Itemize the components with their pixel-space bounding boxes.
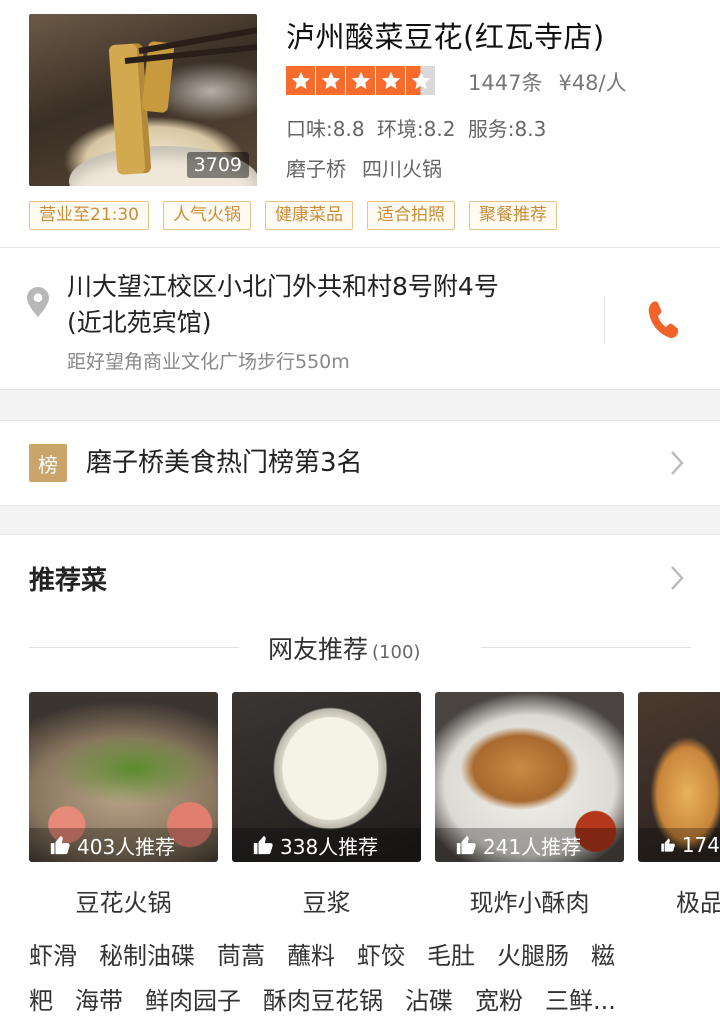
net-title-line-left [29, 647, 239, 648]
thumbs-up-icon [50, 835, 70, 855]
recommend-count-badge: 403人推荐 [29, 828, 218, 862]
area-line: 磨子桥 四川火锅 [286, 153, 442, 182]
net-recommend-label: 网友推荐 [268, 635, 369, 664]
environment-score: 环境:8.2 [376, 117, 456, 141]
thumbs-up-icon [661, 838, 675, 852]
vertical-divider [604, 296, 605, 344]
area-name: 磨子桥 [286, 157, 346, 181]
divider [0, 247, 720, 248]
dish-tag[interactable]: 沾碟 [405, 987, 453, 1015]
shop-cover-photo[interactable]: 3709 [29, 14, 257, 186]
dish-tag[interactable]: 毛肚 [427, 942, 475, 970]
dish-tag[interactable]: 火腿肠 [497, 942, 569, 970]
address-line-1[interactable]: 川大望江校区小北门外共和村8号附4号 [67, 267, 499, 303]
section-gap [0, 506, 720, 534]
taste-score: 口味:8.8 [286, 117, 365, 141]
star-icon [316, 66, 345, 95]
address-line-2[interactable]: (近北苑宾馆) [67, 303, 212, 339]
service-score: 服务:8.3 [467, 117, 547, 141]
star-icon [376, 66, 405, 95]
dish-card-photo[interactable]: 241人推荐 [435, 692, 624, 862]
more-dishes-line-2: 粑海带 鲜肉园子 酥肉豆花锅 沾碟 宽粉 三鲜... [29, 981, 638, 1016]
recommend-title: 推荐菜 [29, 566, 108, 596]
dish-tag[interactable]: 宽粉 [475, 987, 523, 1015]
recommend-header[interactable]: 推荐菜 [0, 535, 720, 625]
dish-tag[interactable]: 粑 [29, 987, 53, 1015]
score-line: 口味:8.8 环境:8.2 服务:8.3 [286, 113, 546, 142]
dish-name[interactable]: 豆浆 [232, 883, 421, 918]
star-icon [346, 66, 375, 95]
dish-tag[interactable]: 鲜肉园子 [145, 987, 241, 1015]
tag-popular-hotpot: 人气火锅 [163, 201, 251, 230]
tag-list: 营业至21:30 人气火锅 健康菜品 适合拍照 聚餐推荐 [29, 201, 557, 230]
more-dishes-line-1: 虾滑 秘制油碟 茼蒿 蘸料 虾饺 毛肚 火腿肠糍 [29, 936, 637, 971]
recommend-count-text: 174 [681, 833, 720, 857]
tag-hours: 营业至21:30 [29, 201, 149, 230]
category-name: 四川火锅 [362, 157, 442, 181]
dish-tag[interactable]: 秘制油碟 [99, 942, 195, 970]
photo-count: 3709 [186, 152, 249, 178]
net-recommend-count: (100) [372, 642, 421, 663]
net-title-line-right [481, 647, 691, 648]
tag-healthy: 健康菜品 [265, 201, 353, 230]
dish-card-photo[interactable]: 403人推荐 [29, 692, 218, 862]
walking-distance: 距好望角商业文化广场步行550m [67, 351, 350, 373]
review-count[interactable]: 1447条 [468, 71, 542, 95]
star-rating [286, 66, 435, 96]
dish-tag[interactable]: 酥肉豆花锅 [263, 987, 383, 1015]
recommend-count-text: 403人推荐 [77, 834, 176, 859]
dish-tag[interactable]: 蘸料 [287, 942, 335, 970]
dish-name[interactable]: 豆花火锅 [29, 883, 218, 918]
tag-photo-friendly: 适合拍照 [367, 201, 455, 230]
thumbs-up-icon [253, 835, 273, 855]
dish-tag[interactable]: 糍 [591, 942, 615, 970]
dish-tag[interactable]: 三鲜... [545, 987, 616, 1015]
shop-title: 泸州酸菜豆花(红瓦寺店) [286, 20, 605, 54]
chevron-right-icon [671, 566, 684, 590]
chevron-right-icon [671, 451, 684, 475]
recommend-count-text: 338人推荐 [280, 834, 379, 859]
half-star-icon [406, 66, 435, 95]
location-pin-icon [27, 287, 49, 317]
dish-tag[interactable]: 海带 [75, 987, 123, 1015]
dish-tag[interactable]: 虾滑 [29, 942, 77, 970]
ranking-row[interactable]: 榜 磨子桥美食热门榜第3名 [0, 421, 720, 505]
section-gap [0, 390, 720, 420]
recommend-count-badge: 174 [638, 828, 720, 862]
ranking-text: 磨子桥美食热门榜第3名 [86, 448, 363, 478]
thumbs-up-icon [456, 835, 476, 855]
net-recommend-title: 网友推荐 (100) [268, 630, 420, 666]
phone-icon[interactable] [646, 300, 678, 340]
review-meta: 1447条 ¥48/人 [468, 67, 627, 97]
price-per-person: ¥48/人 [558, 71, 627, 95]
recommend-count-text: 241人推荐 [483, 834, 582, 859]
tag-group-dining: 聚餐推荐 [469, 201, 557, 230]
dish-card-photo[interactable]: 338人推荐 [232, 692, 421, 862]
recommend-count-badge: 338人推荐 [232, 828, 421, 862]
dish-name[interactable]: 极品 [676, 883, 720, 918]
star-icon [286, 66, 315, 95]
dish-tag[interactable]: 虾饺 [357, 942, 405, 970]
ranking-badge: 榜 [29, 444, 67, 482]
recommend-count-badge: 241人推荐 [435, 828, 624, 862]
dish-tag[interactable]: 茼蒿 [217, 942, 265, 970]
dish-card-photo[interactable]: 174 [638, 692, 720, 862]
dish-name[interactable]: 现炸小酥肉 [435, 883, 624, 918]
